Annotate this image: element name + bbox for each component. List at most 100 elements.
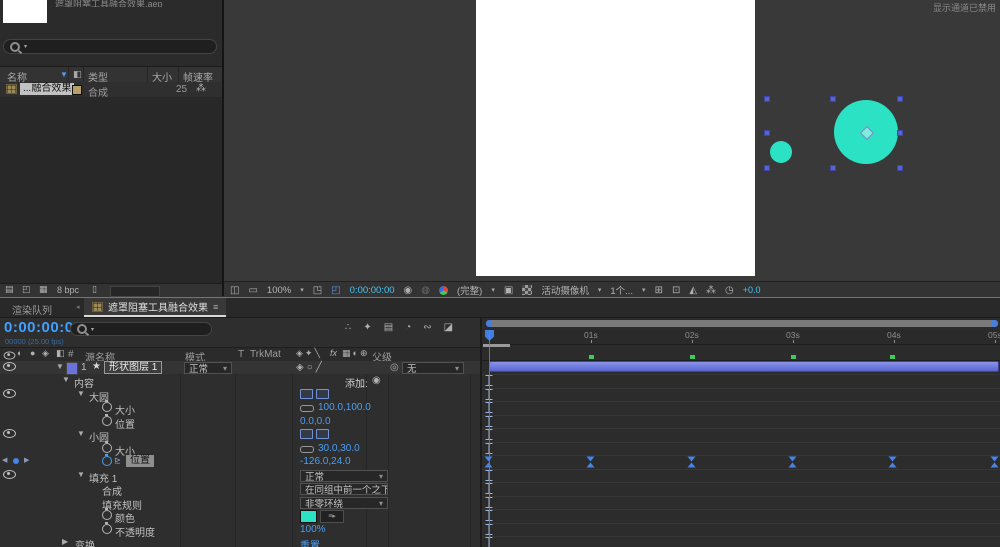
reset-link[interactable]: 重置 bbox=[300, 537, 320, 547]
viewer-timecode[interactable]: 0:00:00:00 bbox=[350, 285, 395, 296]
fill-rule-dropdown[interactable]: 非零环绕▾ bbox=[300, 497, 388, 509]
project-search-input[interactable]: ▾ bbox=[3, 39, 217, 54]
flowchart-mini-icon[interactable]: ⁂ bbox=[706, 285, 716, 296]
eye-icon[interactable] bbox=[3, 429, 16, 438]
twirl-icon[interactable]: ▼ bbox=[77, 429, 85, 438]
resolution-caret[interactable]: ▾ bbox=[491, 286, 495, 294]
keyframe-icon[interactable] bbox=[991, 457, 1000, 468]
stopwatch-icon-active[interactable] bbox=[102, 456, 112, 466]
eye-icon[interactable] bbox=[3, 470, 16, 479]
property-value[interactable]: 0.0,0.0 bbox=[300, 416, 331, 427]
link-dimensions-icon[interactable] bbox=[300, 405, 314, 412]
composition-canvas[interactable] bbox=[476, 0, 755, 276]
layer-switches-icons[interactable]: ◈○╱ bbox=[296, 362, 325, 373]
exposure-value[interactable]: +0.0 bbox=[743, 285, 761, 295]
twirl-icon[interactable]: ▼ bbox=[77, 389, 85, 398]
eye-icon[interactable] bbox=[3, 389, 16, 398]
transform-row[interactable]: ▶ 变换 重置 bbox=[0, 536, 480, 547]
layer-name[interactable]: 形状图层 1 bbox=[104, 361, 162, 374]
eye-icon[interactable] bbox=[3, 362, 16, 371]
stopwatch-icon[interactable] bbox=[102, 524, 112, 534]
group-row-big-circle[interactable]: ▼ 大圆 bbox=[0, 388, 480, 401]
selection-handle[interactable] bbox=[830, 96, 836, 102]
fill-blend-dropdown[interactable]: 正常▾ bbox=[300, 470, 388, 482]
prev-keyframe-icon[interactable]: ◀ bbox=[2, 456, 7, 464]
new-composition-icon[interactable]: ▦ bbox=[39, 284, 48, 295]
group-row-fill[interactable]: ▼ 填充 1 正常▾ bbox=[0, 469, 480, 482]
property-row-position[interactable]: 位置 0.0,0.0 bbox=[0, 415, 480, 428]
small-circle-shape[interactable] bbox=[770, 141, 792, 163]
interpret-footage-icon[interactable]: ▤ bbox=[5, 284, 14, 295]
transparency-grid-icon[interactable] bbox=[522, 285, 532, 295]
fast-previews-icon[interactable]: ◭ bbox=[689, 285, 697, 296]
keyframe-icon[interactable] bbox=[587, 457, 596, 468]
transform-label[interactable]: 变换 bbox=[75, 537, 95, 547]
next-keyframe-icon[interactable]: ▶ bbox=[24, 456, 29, 464]
property-row-fill-rule[interactable]: 填充规则 非零环绕▾ bbox=[0, 496, 480, 509]
contents-row[interactable]: ▼ 内容 添加: ◉ bbox=[0, 374, 480, 387]
stopwatch-icon[interactable] bbox=[102, 416, 112, 426]
fill-color-swatch[interactable] bbox=[300, 510, 317, 523]
project-item-name[interactable]: ...融合效果 bbox=[20, 83, 74, 95]
resolution-value[interactable]: (完整) bbox=[457, 283, 482, 297]
stopwatch-icon[interactable] bbox=[102, 402, 112, 412]
pixel-aspect-icon[interactable]: ⊡ bbox=[672, 285, 680, 296]
primary-monitor-icon[interactable]: ▭ bbox=[248, 285, 257, 296]
magnification-value[interactable]: 100% bbox=[267, 285, 291, 296]
keyframe-icon[interactable] bbox=[789, 457, 798, 468]
show-channel-icon[interactable] bbox=[439, 286, 448, 295]
view-camera-value[interactable]: 活动摄像机 bbox=[541, 283, 589, 297]
selection-handle[interactable] bbox=[830, 165, 836, 171]
keyframe-icon[interactable] bbox=[688, 457, 697, 468]
new-folder-icon[interactable]: ◰ bbox=[22, 284, 31, 295]
sort-arrow-icon[interactable]: ▼ bbox=[60, 70, 68, 79]
add-shape-button[interactable]: ◉ bbox=[372, 375, 381, 386]
group-blend-icons[interactable] bbox=[300, 429, 329, 439]
property-row-size-small[interactable]: 大小 30.0,30.0 bbox=[0, 442, 480, 455]
selection-handle[interactable] bbox=[897, 165, 903, 171]
label-column-icon[interactable]: ◧ bbox=[73, 69, 82, 80]
project-bit-depth[interactable]: 8 bpc bbox=[57, 285, 79, 295]
snapshot-camera-icon[interactable]: ◉ bbox=[404, 285, 413, 296]
stopwatch-icon[interactable] bbox=[102, 510, 112, 520]
property-label-selected[interactable]: 位置 bbox=[126, 455, 154, 467]
color-picker-button[interactable]: ≡▸ bbox=[320, 510, 344, 523]
property-value[interactable]: 30.0,30.0 bbox=[318, 443, 360, 454]
selection-handle[interactable] bbox=[764, 130, 770, 136]
view-count-caret[interactable]: ▾ bbox=[642, 286, 646, 294]
magnification-caret[interactable]: ▾ bbox=[300, 286, 304, 294]
property-row-composite[interactable]: 合成 在同组中前一个之下▾ bbox=[0, 482, 480, 495]
twirl-icon[interactable]: ▼ bbox=[56, 362, 64, 371]
search-options-caret[interactable]: ▾ bbox=[24, 43, 27, 50]
twirl-icon[interactable]: ▼ bbox=[77, 470, 85, 479]
parent-pickwhip-icon[interactable]: ◎ bbox=[390, 362, 399, 373]
property-value[interactable]: 100.0,100.0 bbox=[318, 402, 371, 413]
property-row-position-small-selected[interactable]: ◀ ▶ ⊵ 位置 -126.0,24.0 bbox=[0, 455, 480, 468]
property-value[interactable]: -126.0,24.0 bbox=[300, 456, 351, 467]
camera-caret[interactable]: ▾ bbox=[598, 286, 602, 294]
selection-handle[interactable] bbox=[897, 96, 903, 102]
always-preview-icon[interactable]: ◫ bbox=[230, 285, 239, 296]
layer-row[interactable]: ▼ 1 ★ 形状图层 1 正常▾ ◈○╱ ◎ 无▾ bbox=[0, 361, 480, 374]
composite-dropdown[interactable]: 在同组中前一个之下▾ bbox=[300, 483, 388, 495]
selection-handle[interactable] bbox=[764, 96, 770, 102]
parent-dropdown[interactable]: 无▾ bbox=[402, 362, 464, 374]
blend-mode-dropdown[interactable]: 正常▾ bbox=[184, 362, 232, 374]
timeline-link-icon[interactable]: ◷ bbox=[725, 285, 734, 296]
twirl-icon[interactable]: ▶ bbox=[62, 537, 68, 546]
grid-guides-icon[interactable]: ⊞ bbox=[655, 285, 663, 296]
selection-handle[interactable] bbox=[764, 165, 770, 171]
selection-handle[interactable] bbox=[897, 130, 903, 136]
keyframe-icon[interactable] bbox=[889, 457, 898, 468]
view-count-value[interactable]: 1个... bbox=[610, 283, 633, 297]
link-dimensions-icon[interactable] bbox=[300, 446, 314, 453]
trash-icon[interactable]: ▯ bbox=[92, 284, 97, 295]
group-blend-icons[interactable] bbox=[300, 389, 329, 399]
property-row-opacity[interactable]: 不透明度 100% bbox=[0, 523, 480, 536]
property-row-color[interactable]: 颜色 ≡▸ bbox=[0, 509, 480, 522]
label-color-chip[interactable] bbox=[72, 85, 82, 95]
stopwatch-icon[interactable] bbox=[102, 443, 112, 453]
keyframe-at-time-icon[interactable] bbox=[13, 458, 19, 464]
safe-margins-icon[interactable]: ◰ bbox=[331, 285, 340, 296]
region-of-interest-icon[interactable]: ◳ bbox=[313, 285, 322, 296]
